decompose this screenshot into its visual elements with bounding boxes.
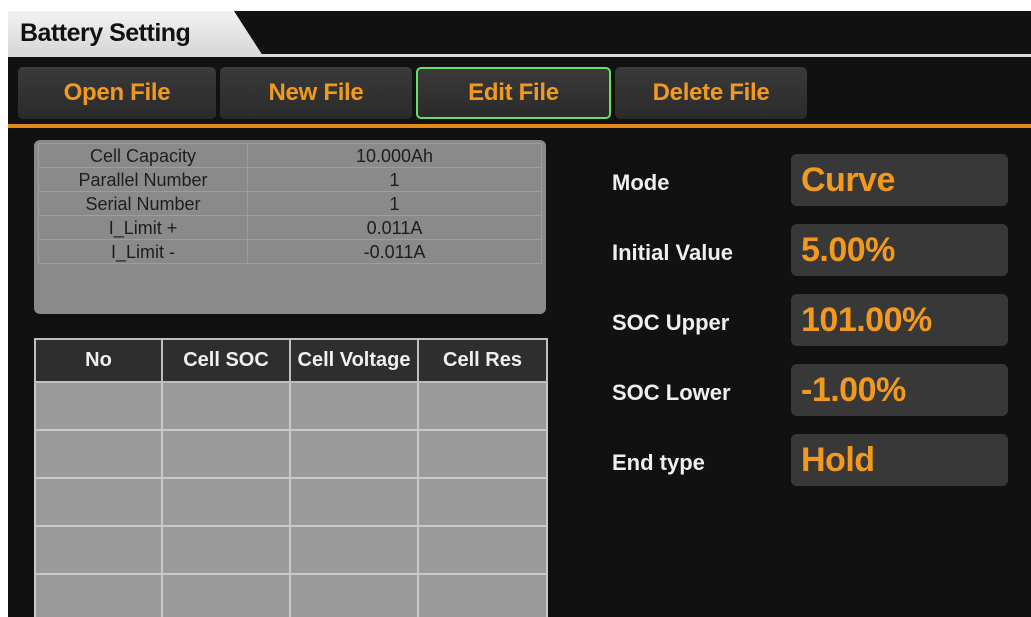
initial-value-label: Initial Value (612, 240, 734, 265)
table-cell[interactable] (34, 429, 163, 479)
table-cell[interactable] (417, 573, 548, 617)
param-label: Parallel Number (38, 167, 248, 192)
param-row-serial-number: Serial Number 1 (38, 191, 542, 216)
cell-data-table[interactable]: No Cell SOC Cell Voltage Cell Res (34, 338, 548, 617)
mode-value-field[interactable]: Curve (791, 154, 1008, 206)
table-cell[interactable] (289, 381, 419, 431)
edit-file-button[interactable]: Edit File (416, 67, 611, 119)
table-cell[interactable] (34, 573, 163, 617)
table-cell[interactable] (289, 477, 419, 527)
column-header-no: No (34, 338, 163, 383)
end-type-field[interactable]: Hold (791, 434, 1008, 486)
new-file-button[interactable]: New File (220, 67, 412, 119)
table-cell[interactable] (417, 477, 548, 527)
param-row-parallel-number: Parallel Number 1 (38, 167, 542, 192)
initial-value-field[interactable]: 5.00% (791, 224, 1008, 276)
table-cell[interactable] (289, 429, 419, 479)
column-header-cell-soc: Cell SOC (161, 338, 291, 383)
table-cell[interactable] (34, 381, 163, 431)
table-row[interactable] (34, 477, 548, 527)
table-cell[interactable] (417, 525, 548, 575)
page-title: Battery Setting (8, 11, 263, 56)
title-divider (8, 54, 1031, 57)
delete-file-button[interactable]: Delete File (615, 67, 807, 119)
param-value: 1 (247, 167, 542, 192)
column-header-cell-voltage: Cell Voltage (289, 338, 419, 383)
table-row[interactable] (34, 381, 548, 431)
table-cell[interactable] (417, 381, 548, 431)
table-header-row: No Cell SOC Cell Voltage Cell Res (34, 338, 548, 383)
soc-upper-field[interactable]: 101.00% (791, 294, 1008, 346)
open-file-button[interactable]: Open File (18, 67, 216, 119)
file-toolbar: Open File New File Edit File Delete File (8, 63, 1031, 123)
table-cell[interactable] (161, 573, 291, 617)
table-cell[interactable] (417, 429, 548, 479)
table-row[interactable] (34, 429, 548, 479)
soc-lower-field[interactable]: -1.00% (791, 364, 1008, 416)
table-cell[interactable] (289, 525, 419, 575)
table-cell[interactable] (161, 525, 291, 575)
param-value: -0.011A (247, 239, 542, 264)
param-label: I_Limit + (38, 215, 248, 240)
table-cell[interactable] (161, 477, 291, 527)
param-value: 0.011A (247, 215, 542, 240)
battery-parameters-table: Cell Capacity 10.000Ah Parallel Number 1… (38, 143, 542, 264)
table-row[interactable] (34, 525, 548, 575)
param-value: 1 (247, 191, 542, 216)
table-cell[interactable] (34, 477, 163, 527)
end-type-label: End type (612, 450, 705, 475)
mode-label: Mode (612, 170, 670, 195)
param-value: 10.000Ah (247, 143, 542, 168)
param-label: I_Limit - (38, 239, 248, 264)
table-cell[interactable] (289, 573, 419, 617)
soc-upper-label: SOC Upper (612, 310, 730, 335)
param-row-i-limit-minus: I_Limit - -0.011A (38, 239, 542, 264)
param-row-cell-capacity: Cell Capacity 10.000Ah (38, 143, 542, 168)
param-label: Cell Capacity (38, 143, 248, 168)
param-label: Serial Number (38, 191, 248, 216)
param-row-i-limit-plus: I_Limit + 0.011A (38, 215, 542, 240)
table-row[interactable] (34, 573, 548, 617)
table-cell[interactable] (161, 429, 291, 479)
table-cell[interactable] (161, 381, 291, 431)
toolbar-divider (8, 124, 1031, 128)
column-header-cell-res: Cell Res (417, 338, 548, 383)
table-cell[interactable] (34, 525, 163, 575)
battery-parameters-panel[interactable]: Cell Capacity 10.000Ah Parallel Number 1… (34, 140, 546, 314)
soc-lower-label: SOC Lower (612, 380, 731, 405)
battery-setting-screen: Battery Setting Open File New File Edit … (8, 11, 1031, 617)
